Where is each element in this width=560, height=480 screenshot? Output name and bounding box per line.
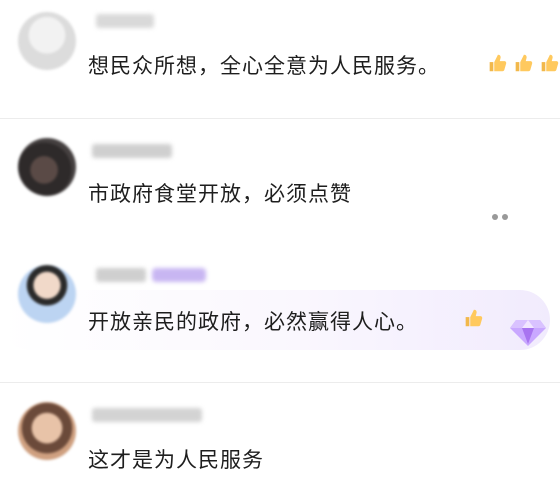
username[interactable]: [92, 144, 172, 158]
username[interactable]: [96, 14, 154, 28]
gem-badge-icon: [510, 320, 546, 346]
thumbs-up-icon: [465, 309, 483, 327]
username[interactable]: [96, 268, 146, 282]
comment-text: 想民众所想，全心全意为人民服务。: [88, 54, 440, 78]
comment-text: 开放亲民的政府，必然赢得人心。: [88, 310, 418, 334]
comment-text: 这才是为人民服务: [88, 448, 264, 472]
comment-item[interactable]: 开放亲民的政府，必然赢得人心。: [0, 250, 560, 370]
comment-item[interactable]: 想民众所想，全心全意为人民服务。: [0, 0, 560, 100]
thumbs-up-icon: [489, 54, 507, 72]
thumbs-up-icon: [541, 54, 559, 72]
divider: [0, 118, 560, 119]
thumbs-up-icon: [515, 54, 533, 72]
avatar[interactable]: [18, 402, 76, 460]
user-badge: [152, 268, 206, 282]
comment-text: 市政府食堂开放，必须点赞: [88, 182, 352, 206]
comment-item[interactable]: 市政府食堂开放，必须点赞: [0, 120, 560, 240]
comment-item[interactable]: 这才是为人民服务: [0, 388, 560, 480]
thumbs-up-reaction: [486, 52, 560, 74]
avatar[interactable]: [18, 12, 76, 70]
avatar[interactable]: [18, 265, 76, 323]
thumbs-up-reaction: [462, 307, 484, 329]
divider: [0, 382, 560, 383]
more-options-icon[interactable]: [492, 214, 508, 220]
avatar[interactable]: [18, 138, 76, 196]
username[interactable]: [92, 408, 202, 422]
